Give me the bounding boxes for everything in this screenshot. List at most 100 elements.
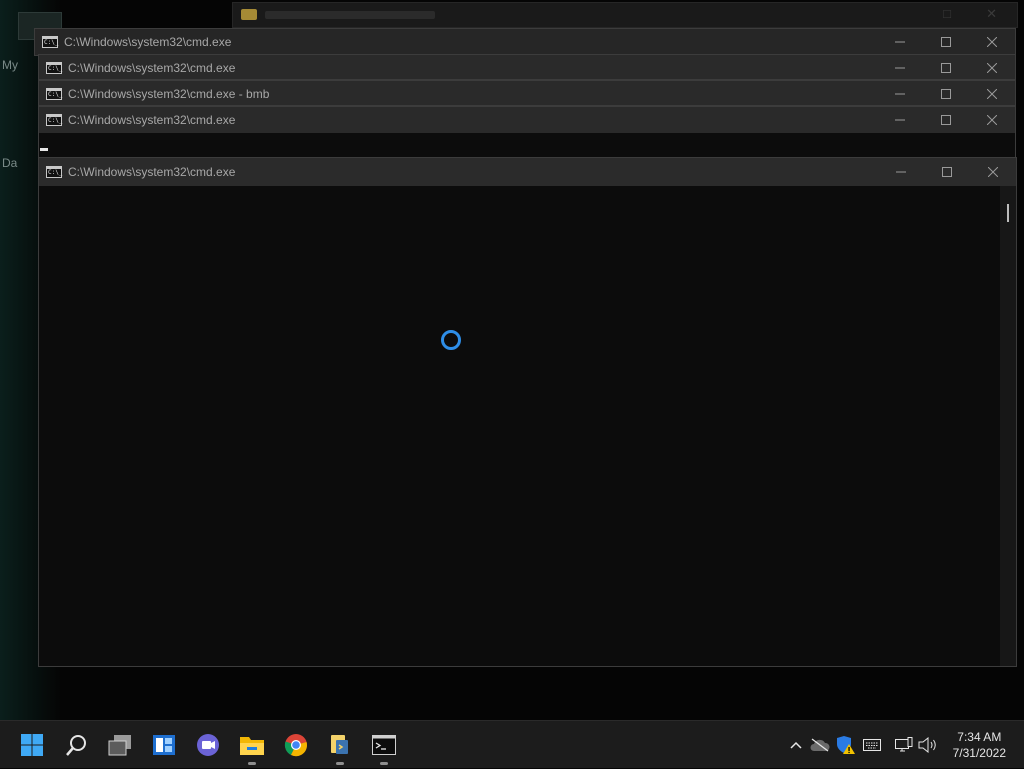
window-title: C:\Windows\system32\cmd.exe — [64, 35, 232, 49]
maximize-icon[interactable]: □ — [943, 6, 951, 21]
python-button[interactable] — [318, 721, 362, 769]
security-warning-icon — [837, 736, 855, 754]
command-prompt-button[interactable] — [362, 721, 406, 769]
clock-date: 7/31/2022 — [952, 746, 1006, 760]
close-button[interactable] — [970, 158, 1016, 186]
cmd-window-3[interactable]: C:\Windows\system32\cmd.exe — [38, 106, 1016, 158]
file-explorer-button[interactable] — [230, 721, 274, 769]
window-title: C:\Windows\system32\cmd.exe - bmb — [68, 87, 270, 101]
window-title: C:\Windows\system32\cmd.exe — [68, 113, 236, 127]
security-button[interactable] — [834, 721, 858, 769]
minimize-icon — [895, 41, 905, 43]
maximize-icon — [942, 167, 952, 177]
search-button[interactable] — [54, 721, 98, 769]
loading-spinner-icon — [441, 330, 461, 350]
close-button[interactable] — [969, 107, 1015, 133]
show-hidden-icons-button[interactable] — [786, 721, 806, 769]
cmd-icon — [46, 88, 62, 100]
close-icon — [987, 37, 997, 47]
terminal-icon — [372, 735, 396, 755]
chevron-up-icon — [790, 741, 802, 749]
close-icon — [987, 115, 997, 125]
cmd-icon — [46, 62, 62, 74]
text-cursor — [40, 148, 48, 151]
window-title: C:\Windows\system32\cmd.exe — [68, 61, 236, 75]
cmd-icon — [46, 114, 62, 126]
cloud-offline-icon — [810, 738, 830, 752]
blurred-title — [265, 11, 435, 19]
onedrive-button[interactable] — [808, 721, 832, 769]
desktop-label-1[interactable]: My — [2, 58, 18, 72]
maximize-button[interactable] — [923, 107, 969, 133]
volume-button[interactable] — [916, 721, 940, 769]
title-bar[interactable]: C:\Windows\system32\cmd.exe — [39, 107, 1015, 133]
scrollbar[interactable] — [1000, 186, 1016, 666]
running-indicator — [336, 762, 344, 765]
network-button[interactable] — [892, 721, 916, 769]
widgets-button[interactable] — [142, 721, 186, 769]
maximize-button[interactable] — [923, 55, 969, 81]
close-icon — [988, 167, 998, 177]
keyboard-button[interactable] — [860, 721, 884, 769]
title-bar[interactable]: C:\Windows\system32\cmd.exe — [35, 29, 1015, 55]
cmd-icon — [46, 166, 62, 178]
minimize-icon — [896, 171, 906, 173]
folder-icon — [241, 9, 257, 20]
chrome-icon — [284, 734, 307, 757]
maximize-icon — [941, 115, 951, 125]
keyboard-icon — [863, 739, 881, 751]
close-icon — [987, 63, 997, 73]
taskbar: 7:34 AM 7/31/2022 — [0, 720, 1024, 768]
python-icon — [331, 735, 348, 754]
maximize-icon — [941, 63, 951, 73]
title-bar[interactable]: C:\Windows\system32\cmd.exe — [39, 158, 1016, 186]
maximize-icon — [941, 89, 951, 99]
minimize-button[interactable] — [877, 29, 923, 55]
task-view-icon — [108, 735, 131, 756]
widgets-icon — [153, 735, 175, 755]
window-title: C:\Windows\system32\cmd.exe — [68, 165, 236, 179]
chrome-button[interactable] — [274, 721, 318, 769]
minimize-button[interactable] — [878, 158, 924, 186]
chat-button[interactable] — [186, 721, 230, 769]
minimize-button[interactable] — [877, 55, 923, 81]
maximize-button[interactable] — [923, 81, 969, 107]
teams-chat-icon — [197, 734, 219, 756]
close-button[interactable] — [969, 81, 1015, 107]
cmd-icon — [42, 36, 58, 48]
start-button[interactable] — [10, 721, 54, 769]
title-bar[interactable]: C:\Windows\system32\cmd.exe - bmb — [39, 81, 1015, 107]
close-button[interactable] — [969, 29, 1015, 55]
minimize-icon — [895, 67, 905, 69]
maximize-button[interactable] — [924, 158, 970, 186]
running-indicator — [248, 762, 256, 765]
title-bar[interactable]: C:\Windows\system32\cmd.exe — [39, 55, 1015, 81]
desktop-label-2[interactable]: Da — [2, 156, 17, 170]
minimize-button[interactable] — [877, 81, 923, 107]
scrollbar-thumb[interactable] — [1007, 204, 1009, 222]
close-button[interactable] — [969, 55, 1015, 81]
console-area[interactable] — [39, 133, 1015, 157]
minimize-button[interactable] — [877, 107, 923, 133]
task-view-button[interactable] — [98, 721, 142, 769]
background-explorer-window[interactable]: □ ✕ — [232, 2, 1018, 28]
close-icon — [987, 89, 997, 99]
cmd-window-1[interactable]: C:\Windows\system32\cmd.exe — [34, 28, 1016, 56]
clock-time: 7:34 AM — [957, 730, 1002, 744]
maximize-button[interactable] — [923, 29, 969, 55]
search-icon — [66, 735, 86, 756]
minimize-icon — [895, 119, 905, 121]
volume-icon — [918, 737, 936, 753]
close-icon[interactable]: ✕ — [986, 6, 997, 22]
system-clock[interactable]: 7:34 AM 7/31/2022 — [953, 729, 1006, 761]
minimize-icon — [895, 93, 905, 95]
folder-icon — [240, 737, 264, 755]
network-icon — [895, 737, 913, 752]
console-area[interactable] — [39, 186, 1016, 666]
maximize-icon — [941, 37, 951, 47]
windows-logo-icon — [21, 734, 43, 756]
cmd-window-active[interactable]: C:\Windows\system32\cmd.exe — [38, 157, 1017, 667]
cmd-window-bmb[interactable]: C:\Windows\system32\cmd.exe - bmb — [38, 80, 1016, 106]
running-indicator — [380, 762, 388, 765]
cmd-window-2[interactable]: C:\Windows\system32\cmd.exe — [38, 54, 1016, 80]
